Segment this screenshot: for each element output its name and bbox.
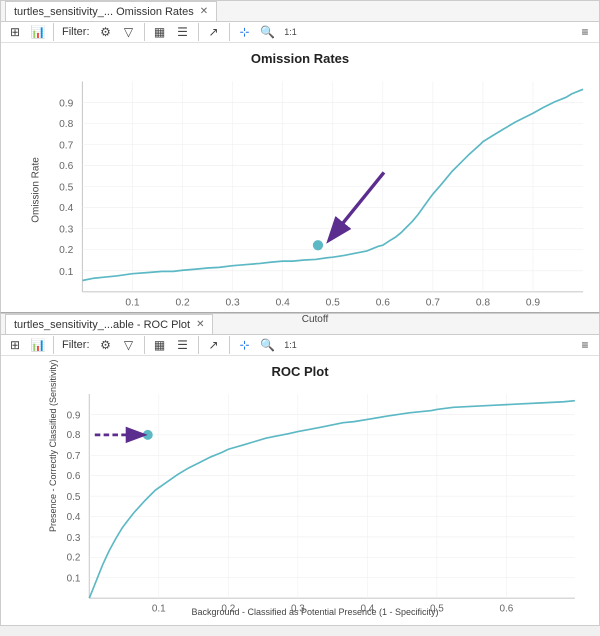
svg-text:0.7: 0.7 [67, 451, 81, 462]
svg-text:0.7: 0.7 [59, 141, 74, 152]
top-tab[interactable]: turtles_sensitivity_... Omission Rates ✕ [5, 1, 217, 21]
b-sep4 [229, 336, 230, 354]
svg-text:0.3: 0.3 [67, 533, 81, 544]
cursor-icon[interactable]: ⊹ [235, 22, 255, 42]
table-icon[interactable]: ▦ [150, 22, 170, 42]
top-tab-bar: turtles_sensitivity_... Omission Rates ✕ [1, 1, 599, 22]
b-filter-icon2[interactable]: ▽ [119, 335, 139, 355]
sep4 [229, 23, 230, 41]
bottom-y-axis-label: Presence - Correctly Classified (Sensiti… [48, 432, 58, 532]
top-x-axis-label: Cutoff [41, 314, 589, 325]
bottom-chart-svg: 0.1 0.2 0.3 0.4 0.5 0.6 0.7 0.8 0.9 0.1 … [21, 383, 599, 615]
b-filter-label: Filter: [62, 339, 90, 351]
b-export-icon[interactable]: ↗ [204, 335, 224, 355]
b-cursor-icon[interactable]: ⊹ [235, 335, 255, 355]
svg-text:0.6: 0.6 [67, 471, 81, 482]
top-panel: turtles_sensitivity_... Omission Rates ✕… [0, 0, 600, 313]
bottom-panel: turtles_sensitivity_...able - ROC Plot ✕… [0, 313, 600, 626]
svg-text:0.1: 0.1 [125, 298, 140, 309]
b-menu-icon[interactable]: ≡ [575, 335, 595, 355]
b-sep1 [53, 336, 54, 354]
top-chart-svg: 0.1 0.2 0.3 0.4 0.5 0.6 0.7 0.8 0.9 0.1 … [21, 70, 599, 320]
top-y-axis-label: Omission Rate [30, 157, 41, 223]
svg-text:0.3: 0.3 [59, 225, 74, 236]
top-chart-area: Omission Rates Omission Rate 0.1 0.2 0.3… [1, 43, 599, 337]
svg-text:0.5: 0.5 [59, 183, 74, 194]
b-sep2 [144, 336, 145, 354]
svg-text:0.9: 0.9 [59, 98, 74, 109]
svg-text:0.9: 0.9 [67, 410, 81, 421]
grid-icon[interactable]: ⊞ [5, 22, 25, 42]
svg-text:0.9: 0.9 [526, 298, 541, 309]
b-table-icon[interactable]: ▦ [150, 335, 170, 355]
svg-text:0.3: 0.3 [226, 298, 241, 309]
sep3 [198, 23, 199, 41]
b-zoom-level[interactable]: 1:1 [281, 335, 301, 355]
svg-text:0.8: 0.8 [59, 119, 74, 130]
bottom-toolbar: ⊞ 📊 Filter: ⚙ ▽ ▦ ☰ ↗ ⊹ 🔍 1:1 ≡ [1, 335, 599, 356]
b-zoom-icon[interactable]: 🔍 [258, 335, 278, 355]
sep1 [53, 23, 54, 41]
svg-text:0.6: 0.6 [376, 298, 391, 309]
svg-text:0.5: 0.5 [67, 492, 81, 503]
svg-text:0.6: 0.6 [59, 161, 74, 172]
top-toolbar: ⊞ 📊 Filter: ⚙ ▽ ▦ ☰ ↗ ⊹ 🔍 1:1 ≡ [1, 22, 599, 43]
svg-text:0.8: 0.8 [67, 430, 81, 441]
svg-text:0.2: 0.2 [175, 298, 190, 309]
b-sep3 [198, 336, 199, 354]
zoom-level[interactable]: 1:1 [281, 22, 301, 42]
chart-icon[interactable]: 📊 [28, 22, 48, 42]
svg-text:0.4: 0.4 [67, 512, 81, 523]
bottom-chart-title: ROC Plot [11, 364, 589, 379]
sep2 [144, 23, 145, 41]
zoom-icon[interactable]: 🔍 [258, 22, 278, 42]
svg-text:0.7: 0.7 [426, 298, 441, 309]
svg-text:0.4: 0.4 [276, 298, 291, 309]
svg-text:0.4: 0.4 [59, 203, 74, 214]
svg-text:0.6: 0.6 [500, 603, 514, 614]
svg-text:0.1: 0.1 [67, 574, 81, 585]
menu-icon[interactable]: ≡ [575, 22, 595, 42]
filter-label: Filter: [62, 26, 90, 38]
svg-text:0.1: 0.1 [152, 603, 166, 614]
svg-text:0.5: 0.5 [326, 298, 341, 309]
top-tab-close[interactable]: ✕ [200, 6, 208, 17]
filter-icon2[interactable]: ▽ [119, 22, 139, 42]
export-icon[interactable]: ↗ [204, 22, 224, 42]
svg-text:0.2: 0.2 [59, 245, 74, 256]
columns-icon[interactable]: ☰ [173, 22, 193, 42]
b-filter-icon1[interactable]: ⚙ [96, 335, 116, 355]
svg-text:0.2: 0.2 [67, 553, 81, 564]
b-chart-icon[interactable]: 📊 [28, 335, 48, 355]
top-chart-title: Omission Rates [11, 51, 589, 66]
bottom-chart-area: ROC Plot Presence - Correctly Classified… [1, 356, 599, 636]
svg-text:0.8: 0.8 [476, 298, 491, 309]
filter-icon1[interactable]: ⚙ [96, 22, 116, 42]
b-columns-icon[interactable]: ☰ [173, 335, 193, 355]
top-tab-label: turtles_sensitivity_... Omission Rates [14, 6, 194, 18]
b-grid-icon[interactable]: ⊞ [5, 335, 25, 355]
svg-text:0.1: 0.1 [59, 267, 74, 278]
